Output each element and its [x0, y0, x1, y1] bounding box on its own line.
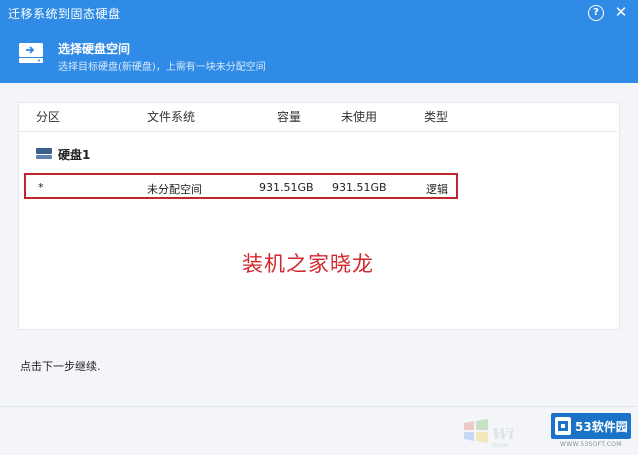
watermark-url: Www. [492, 442, 510, 449]
column-header-filesystem: 文件系统 [147, 110, 196, 124]
watermark-letters: Wi [492, 425, 515, 443]
disk-arrow-icon [19, 43, 43, 63]
close-button[interactable]: ✕ [612, 3, 630, 21]
column-header-type: 类型 [424, 110, 449, 124]
windows-logo-icon [464, 419, 488, 443]
brand-url: WWW.53SOFT.COM [560, 441, 622, 448]
disk-table [18, 102, 620, 330]
hard-disk-icon [36, 148, 52, 159]
brand-badge: 53软件园 [551, 413, 631, 439]
window-title: 迁移系统到固态硬盘 [8, 7, 121, 21]
step-title: 选择硬盘空间 [58, 42, 131, 56]
header-divider [18, 131, 618, 132]
hint-text: 点击下一步继续. [20, 360, 101, 373]
cell-filesystem: 未分配空间 [147, 183, 202, 196]
disk-label: 硬盘1 [58, 148, 91, 162]
footer-divider [0, 406, 638, 407]
watermark-text: 装机之家晓龙 [242, 252, 374, 276]
cell-capacity: 931.51GB [259, 181, 314, 194]
windows-watermark: Wi Www. [462, 415, 550, 449]
column-header-partition: 分区 [36, 110, 61, 124]
title-bar: 迁移系统到固态硬盘 ? ✕ [0, 0, 638, 27]
help-button[interactable]: ? [588, 5, 604, 21]
column-header-capacity: 容量 [277, 110, 302, 124]
brand-name: 53软件园 [575, 420, 628, 434]
step-subtitle: 选择目标硬盘(新硬盘)，上需有一块未分配空间 [58, 62, 266, 73]
wizard-header: 选择硬盘空间 选择目标硬盘(新硬盘)，上需有一块未分配空间 [0, 27, 638, 83]
cell-partition: * [38, 181, 44, 194]
cell-type: 逻辑 [426, 183, 448, 196]
cell-unused: 931.51GB [332, 181, 387, 194]
brand-logo-icon [555, 417, 571, 435]
column-header-unused: 未使用 [341, 110, 378, 124]
table-row[interactable]: * 未分配空间 931.51GB 931.51GB 逻辑 [24, 173, 458, 199]
